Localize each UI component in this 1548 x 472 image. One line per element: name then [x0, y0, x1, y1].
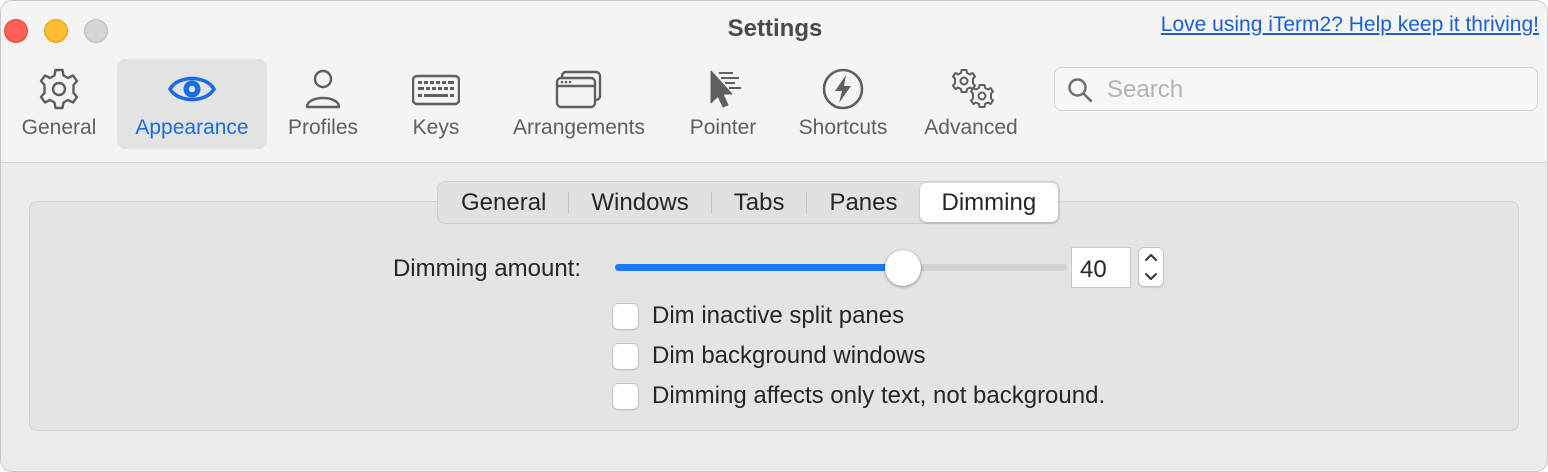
toolbar-item-arrangements[interactable]: Arrangements [501, 59, 657, 149]
slider-fill [615, 264, 904, 271]
toolbar-label-keys: Keys [412, 116, 460, 139]
toolbar-label-pointer: Pointer [689, 116, 757, 139]
dimming-amount-field[interactable]: 40 [1071, 247, 1131, 288]
checkbox-label: Dim background windows [652, 342, 926, 369]
search-icon [1068, 78, 1093, 103]
toolbar-label-shortcuts: Shortcuts [798, 116, 888, 139]
pointer-icon [710, 70, 741, 108]
dim-inactive-panes-checkbox[interactable] [612, 302, 639, 330]
tab-panes[interactable]: Panes [807, 183, 919, 222]
toolbar-label-profiles: Profiles [287, 116, 359, 139]
eye-icon [168, 76, 216, 102]
toolbar-label-appearance: Appearance [135, 116, 249, 139]
dimming-amount-slider[interactable] [615, 250, 1067, 286]
donate-link[interactable]: Love using iTerm2? Help keep it thriving… [1161, 13, 1539, 37]
search-input[interactable] [1107, 74, 1527, 106]
tab-windows[interactable]: Windows [569, 183, 710, 222]
dim-background-windows-checkbox[interactable] [612, 342, 639, 370]
toolbar-item-keys[interactable]: Keys [393, 59, 479, 149]
toolbar-label-general: General [21, 116, 97, 139]
settings-window: Settings Love using iTerm2? Help keep it… [0, 0, 1548, 472]
gear-icon [39, 68, 79, 110]
search-box[interactable] [1054, 67, 1538, 111]
toolbar: Settings Love using iTerm2? Help keep it… [1, 1, 1547, 163]
toolbar-item-appearance[interactable]: Appearance [117, 59, 267, 149]
tab-general[interactable]: General [439, 183, 568, 222]
dimming-amount-label: Dimming amount: [392, 255, 581, 282]
toolbar-label-advanced: Advanced [924, 116, 1018, 139]
checkbox-label: Dim inactive split panes [652, 302, 905, 329]
stepper-up-icon[interactable] [1139, 248, 1163, 267]
appearance-tabs: General Windows Tabs Panes Dimming [437, 181, 1061, 224]
toolbar-label-arrangements: Arrangements [513, 116, 645, 139]
dim-inactive-panes-option[interactable]: Dim inactive split panes [612, 301, 904, 331]
tab-tabs[interactable]: Tabs [712, 183, 807, 222]
toolbar-item-general[interactable]: General [7, 59, 111, 149]
slider-knob[interactable] [885, 250, 922, 286]
stepper-down-icon[interactable] [1139, 267, 1163, 286]
toolbar-item-pointer[interactable]: Pointer [677, 59, 769, 149]
windows-icon [555, 70, 602, 109]
dim-text-only-checkbox[interactable] [612, 382, 639, 410]
bolt-icon [822, 68, 864, 110]
toolbar-item-advanced[interactable]: Advanced [915, 59, 1027, 149]
keyboard-icon [412, 74, 460, 106]
tab-dimming[interactable]: Dimming [919, 183, 1059, 222]
dim-text-only-option[interactable]: Dimming affects only text, not backgroun… [612, 381, 1105, 411]
dimming-amount-stepper[interactable] [1138, 247, 1164, 287]
toolbar-item-shortcuts[interactable]: Shortcuts [787, 59, 899, 149]
toolbar-item-profiles[interactable]: Profiles [277, 59, 369, 149]
checkbox-label: Dimming affects only text, not backgroun… [652, 382, 1106, 409]
dim-background-windows-option[interactable]: Dim background windows [612, 341, 925, 371]
person-icon [305, 69, 341, 109]
gears-icon [952, 69, 994, 108]
